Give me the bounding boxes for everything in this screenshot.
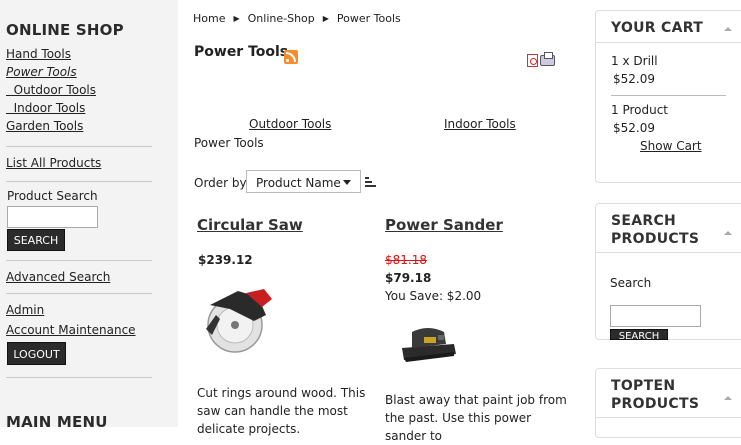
divider — [6, 377, 152, 378]
main-content: Home ▶ Online-Shop ▶ Power Tools Power Tools… — [178, 0, 594, 443]
advanced-search-link[interactable]: Advanced Search — [6, 270, 110, 284]
divider — [611, 95, 726, 96]
subcategory-link-indoor-tools[interactable]: Indoor Tools — [444, 117, 516, 131]
product-search-input[interactable] — [7, 206, 98, 228]
chevron-right-icon: ▶ — [322, 14, 329, 23]
divider — [6, 293, 152, 294]
sidebar-title: ONLINE SHOP — [6, 21, 124, 39]
breadcrumb-current: Power Tools — [336, 12, 401, 25]
circular-saw-image[interactable] — [200, 285, 276, 360]
cart-summary: 1 Product — [611, 103, 669, 117]
divider — [6, 181, 152, 182]
topten-panel: TOPTEN PRODUCTS — [595, 368, 741, 438]
power-sander-image[interactable] — [398, 322, 460, 367]
list-all-products-link[interactable]: List All Products — [6, 156, 101, 170]
divider — [596, 252, 741, 253]
order-by-select[interactable]: Product Name — [246, 170, 361, 193]
collapse-icon[interactable] — [724, 396, 732, 400]
product-description: Blast away that paint job from the past.… — [385, 393, 567, 443]
sort-direction-icon[interactable] — [365, 177, 376, 187]
chevron-right-icon: ▶ — [233, 14, 240, 23]
subcategory-link-outdoor-tools[interactable]: Outdoor Tools — [249, 117, 331, 131]
category-link-outdoor-tools[interactable]: Outdoor Tools — [6, 83, 96, 97]
search-products-button[interactable]: SEARCH — [610, 329, 668, 340]
divider — [596, 42, 741, 43]
cart-total: $52.09 — [613, 121, 655, 135]
breadcrumb-online-shop[interactable]: Online-Shop — [248, 12, 315, 25]
category-link-power-tools[interactable]: Power Tools — [6, 65, 77, 79]
admin-link[interactable]: Admin — [6, 303, 44, 317]
search-input[interactable] — [610, 305, 701, 327]
order-by-label: Order by: — [194, 176, 250, 190]
search-products-panel: SEARCH PRODUCTS Search SEARCH — [595, 203, 741, 340]
product-you-save: You Save: $2.00 — [385, 289, 482, 303]
cart-item-price: $52.09 — [613, 72, 655, 86]
collapse-icon[interactable] — [724, 231, 732, 235]
divider — [6, 146, 152, 147]
category-link-indoor-tools[interactable]: Indoor Tools — [6, 101, 86, 115]
cart-item-qty: 1 x — [611, 54, 630, 68]
search-products-title: SEARCH PRODUCTS — [611, 213, 700, 247]
divider — [596, 417, 741, 418]
cart-title: YOUR CART — [611, 20, 704, 36]
right-sidebar: YOUR CART 1 x Drill $52.09 1 Product $52… — [594, 0, 741, 438]
topten-title: TOPTEN PRODUCTS — [611, 378, 700, 412]
product-search-label: Product Search — [7, 189, 98, 203]
chevron-down-icon — [343, 180, 351, 185]
category-link-hand-tools[interactable]: Hand Tools — [6, 47, 71, 61]
print-icon[interactable] — [540, 52, 555, 66]
cart-item-link[interactable]: Drill — [633, 54, 657, 68]
order-by-selected-value: Product Name — [256, 176, 341, 190]
pdf-icon[interactable] — [527, 54, 538, 67]
category-link-garden-tools[interactable]: Garden Tools — [6, 119, 83, 133]
left-sidebar: ONLINE SHOP Hand Tools Power Tools Outdo… — [0, 0, 178, 431]
product-name-link[interactable]: Power Sander — [385, 216, 503, 234]
product-price: $239.12 — [198, 253, 253, 267]
account-maintenance-link[interactable]: Account Maintenance — [6, 323, 136, 337]
cart-panel: YOUR CART 1 x Drill $52.09 1 Product $52… — [595, 10, 741, 183]
show-cart-link[interactable]: Show Cart — [640, 139, 702, 153]
product-price: $79.18 — [385, 271, 432, 285]
product-description: Cut rings around wood. This saw can hand… — [197, 386, 366, 436]
collapse-icon[interactable] — [724, 27, 732, 31]
divider — [6, 260, 152, 261]
rss-feed-icon[interactable] — [284, 50, 298, 64]
search-button[interactable]: SEARCH — [7, 229, 65, 251]
category-description: Power Tools — [194, 136, 264, 150]
cart-item: 1 x Drill — [611, 54, 658, 68]
breadcrumb-home[interactable]: Home — [193, 12, 225, 25]
logout-button[interactable]: LOGOUT — [7, 342, 66, 365]
page-title: Power Tools — [194, 44, 289, 60]
product-old-price: $81.18 — [385, 253, 427, 267]
search-label: Search — [610, 276, 652, 290]
product-name-link[interactable]: Circular Saw — [197, 216, 303, 234]
breadcrumb: Home ▶ Online-Shop ▶ Power Tools — [193, 12, 401, 25]
main-menu-title: MAIN MENU — [6, 413, 108, 431]
